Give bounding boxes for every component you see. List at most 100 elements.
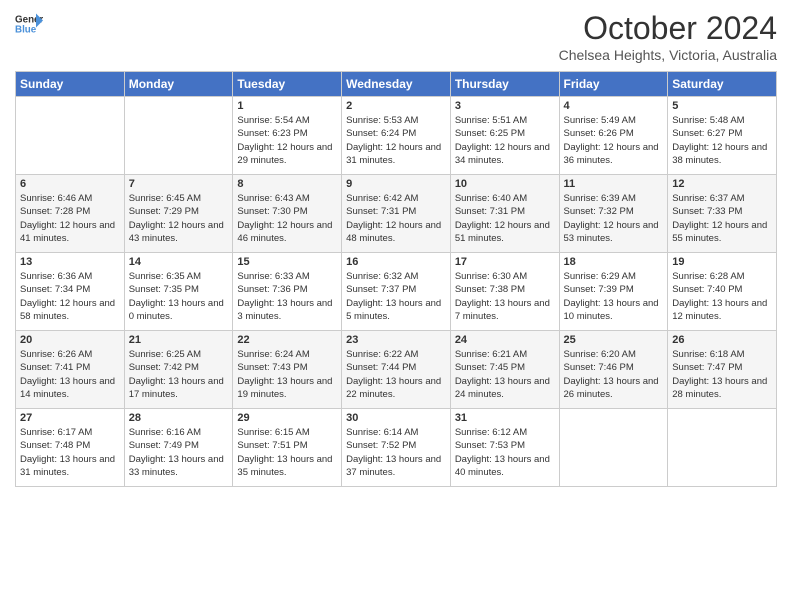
day-info: Sunrise: 6:14 AM Sunset: 7:52 PM Dayligh… bbox=[346, 426, 446, 479]
day-number: 4 bbox=[564, 100, 664, 112]
calendar-cell: 23Sunrise: 6:22 AM Sunset: 7:44 PM Dayli… bbox=[342, 331, 451, 409]
day-number: 8 bbox=[237, 178, 337, 190]
day-number: 17 bbox=[455, 256, 555, 268]
day-number: 24 bbox=[455, 334, 555, 346]
calendar-cell: 22Sunrise: 6:24 AM Sunset: 7:43 PM Dayli… bbox=[233, 331, 342, 409]
day-info: Sunrise: 6:42 AM Sunset: 7:31 PM Dayligh… bbox=[346, 192, 446, 245]
calendar-cell: 21 Sunrise: 6:25 AM Sunset: 7:42 PM Dayli… bbox=[124, 331, 233, 409]
calendar-cell: 12Sunrise: 6:37 AM Sunset: 7:33 PM Dayli… bbox=[668, 175, 777, 253]
calendar-table: Sunday Monday Tuesday Wednesday Thursday… bbox=[15, 71, 777, 487]
day-info: Sunrise: 6:46 AM Sunset: 7:28 PM Dayligh… bbox=[20, 192, 120, 245]
day-number: 7 bbox=[129, 178, 229, 190]
calendar-cell: 9 Sunrise: 6:42 AM Sunset: 7:31 PM Daylig… bbox=[342, 175, 451, 253]
day-number: 26 bbox=[672, 334, 772, 346]
day-number: 21 bbox=[129, 334, 229, 346]
calendar-cell: 25 Sunrise: 6:20 AM Sunset: 7:46 PM Dayli… bbox=[559, 331, 668, 409]
calendar-cell: 13 Sunrise: 6:36 AM Sunset: 7:34 PM Dayli… bbox=[16, 253, 125, 331]
day-number: 6 bbox=[20, 178, 120, 190]
day-info: Sunrise: 6:24 AM Sunset: 7:43 PM Dayligh… bbox=[237, 348, 337, 401]
calendar-cell: 6 Sunrise: 6:46 AM Sunset: 7:28 PM Daylig… bbox=[16, 175, 125, 253]
header: General Blue October 2024 Chelsea Height… bbox=[15, 10, 777, 63]
day-info: Sunrise: 5:49 AM Sunset: 6:26 PM Dayligh… bbox=[564, 114, 664, 167]
day-info: Sunrise: 6:20 AM Sunset: 7:46 PM Dayligh… bbox=[564, 348, 664, 401]
calendar-cell: 17Sunrise: 6:30 AM Sunset: 7:38 PM Dayli… bbox=[450, 253, 559, 331]
calendar-cell: 28 Sunrise: 6:16 AM Sunset: 7:49 PM Dayli… bbox=[124, 409, 233, 487]
day-number: 1 bbox=[237, 100, 337, 112]
day-number: 27 bbox=[20, 412, 120, 424]
day-info: Sunrise: 6:35 AM Sunset: 7:35 PM Dayligh… bbox=[129, 270, 229, 323]
calendar-cell: 7 Sunrise: 6:45 AM Sunset: 7:29 PM Daylig… bbox=[124, 175, 233, 253]
calendar-week-4: 27 Sunrise: 6:17 AM Sunset: 7:48 PM Dayli… bbox=[16, 409, 777, 487]
day-info: Sunrise: 6:43 AM Sunset: 7:30 PM Dayligh… bbox=[237, 192, 337, 245]
location: Chelsea Heights, Victoria, Australia bbox=[559, 47, 777, 63]
header-wednesday: Wednesday bbox=[342, 72, 451, 97]
day-number: 15 bbox=[237, 256, 337, 268]
day-info: Sunrise: 6:28 AM Sunset: 7:40 PM Dayligh… bbox=[672, 270, 772, 323]
day-number: 9 bbox=[346, 178, 446, 190]
day-number: 2 bbox=[346, 100, 446, 112]
header-friday: Friday bbox=[559, 72, 668, 97]
calendar-cell: 29Sunrise: 6:15 AM Sunset: 7:51 PM Dayli… bbox=[233, 409, 342, 487]
day-number: 28 bbox=[129, 412, 229, 424]
day-info: Sunrise: 6:18 AM Sunset: 7:47 PM Dayligh… bbox=[672, 348, 772, 401]
title-block: October 2024 Chelsea Heights, Victoria, … bbox=[559, 10, 777, 63]
calendar-week-0: 1Sunrise: 5:54 AM Sunset: 6:23 PM Daylig… bbox=[16, 97, 777, 175]
calendar-cell bbox=[124, 97, 233, 175]
day-info: Sunrise: 6:33 AM Sunset: 7:36 PM Dayligh… bbox=[237, 270, 337, 323]
day-number: 25 bbox=[564, 334, 664, 346]
calendar-cell: 5 Sunrise: 5:48 AM Sunset: 6:27 PM Daylig… bbox=[668, 97, 777, 175]
day-number: 29 bbox=[237, 412, 337, 424]
day-info: Sunrise: 6:29 AM Sunset: 7:39 PM Dayligh… bbox=[564, 270, 664, 323]
header-tuesday: Tuesday bbox=[233, 72, 342, 97]
header-monday: Monday bbox=[124, 72, 233, 97]
logo-icon: General Blue bbox=[15, 10, 43, 38]
logo: General Blue bbox=[15, 10, 43, 38]
day-info: Sunrise: 6:36 AM Sunset: 7:34 PM Dayligh… bbox=[20, 270, 120, 323]
calendar-cell: 8 Sunrise: 6:43 AM Sunset: 7:30 PM Daylig… bbox=[233, 175, 342, 253]
calendar-cell: 3 Sunrise: 5:51 AM Sunset: 6:25 PM Daylig… bbox=[450, 97, 559, 175]
calendar-cell: 24 Sunrise: 6:21 AM Sunset: 7:45 PM Dayli… bbox=[450, 331, 559, 409]
day-number: 14 bbox=[129, 256, 229, 268]
day-info: Sunrise: 6:21 AM Sunset: 7:45 PM Dayligh… bbox=[455, 348, 555, 401]
day-info: Sunrise: 6:32 AM Sunset: 7:37 PM Dayligh… bbox=[346, 270, 446, 323]
calendar-cell: 1Sunrise: 5:54 AM Sunset: 6:23 PM Daylig… bbox=[233, 97, 342, 175]
day-info: Sunrise: 5:53 AM Sunset: 6:24 PM Dayligh… bbox=[346, 114, 446, 167]
calendar-cell: 20 Sunrise: 6:26 AM Sunset: 7:41 PM Dayli… bbox=[16, 331, 125, 409]
day-number: 30 bbox=[346, 412, 446, 424]
day-number: 13 bbox=[20, 256, 120, 268]
header-saturday: Saturday bbox=[668, 72, 777, 97]
calendar-cell: 27 Sunrise: 6:17 AM Sunset: 7:48 PM Dayli… bbox=[16, 409, 125, 487]
day-info: Sunrise: 6:12 AM Sunset: 7:53 PM Dayligh… bbox=[455, 426, 555, 479]
calendar-cell bbox=[559, 409, 668, 487]
calendar-cell: 11Sunrise: 6:39 AM Sunset: 7:32 PM Dayli… bbox=[559, 175, 668, 253]
day-info: Sunrise: 6:45 AM Sunset: 7:29 PM Dayligh… bbox=[129, 192, 229, 245]
day-number: 16 bbox=[346, 256, 446, 268]
day-info: Sunrise: 6:16 AM Sunset: 7:49 PM Dayligh… bbox=[129, 426, 229, 479]
calendar-cell: 4 Sunrise: 5:49 AM Sunset: 6:26 PM Daylig… bbox=[559, 97, 668, 175]
month-title: October 2024 bbox=[559, 10, 777, 47]
calendar-cell: 31Sunrise: 6:12 AM Sunset: 7:53 PM Dayli… bbox=[450, 409, 559, 487]
day-number: 5 bbox=[672, 100, 772, 112]
calendar-cell: 19Sunrise: 6:28 AM Sunset: 7:40 PM Dayli… bbox=[668, 253, 777, 331]
calendar-cell: 26 Sunrise: 6:18 AM Sunset: 7:47 PM Dayli… bbox=[668, 331, 777, 409]
calendar-cell: 30 Sunrise: 6:14 AM Sunset: 7:52 PM Dayli… bbox=[342, 409, 451, 487]
calendar-header-row: Sunday Monday Tuesday Wednesday Thursday… bbox=[16, 72, 777, 97]
day-info: Sunrise: 6:25 AM Sunset: 7:42 PM Dayligh… bbox=[129, 348, 229, 401]
day-number: 3 bbox=[455, 100, 555, 112]
day-info: Sunrise: 5:48 AM Sunset: 6:27 PM Dayligh… bbox=[672, 114, 772, 167]
calendar-cell: 18 Sunrise: 6:29 AM Sunset: 7:39 PM Dayli… bbox=[559, 253, 668, 331]
day-info: Sunrise: 6:40 AM Sunset: 7:31 PM Dayligh… bbox=[455, 192, 555, 245]
calendar-week-1: 6 Sunrise: 6:46 AM Sunset: 7:28 PM Daylig… bbox=[16, 175, 777, 253]
day-info: Sunrise: 6:37 AM Sunset: 7:33 PM Dayligh… bbox=[672, 192, 772, 245]
calendar-cell bbox=[668, 409, 777, 487]
day-info: Sunrise: 6:17 AM Sunset: 7:48 PM Dayligh… bbox=[20, 426, 120, 479]
day-number: 18 bbox=[564, 256, 664, 268]
calendar-cell: 16 Sunrise: 6:32 AM Sunset: 7:37 PM Dayli… bbox=[342, 253, 451, 331]
svg-text:Blue: Blue bbox=[15, 24, 37, 35]
calendar-cell bbox=[16, 97, 125, 175]
day-info: Sunrise: 5:51 AM Sunset: 6:25 PM Dayligh… bbox=[455, 114, 555, 167]
day-info: Sunrise: 6:26 AM Sunset: 7:41 PM Dayligh… bbox=[20, 348, 120, 401]
day-number: 20 bbox=[20, 334, 120, 346]
day-number: 10 bbox=[455, 178, 555, 190]
day-number: 11 bbox=[564, 178, 664, 190]
